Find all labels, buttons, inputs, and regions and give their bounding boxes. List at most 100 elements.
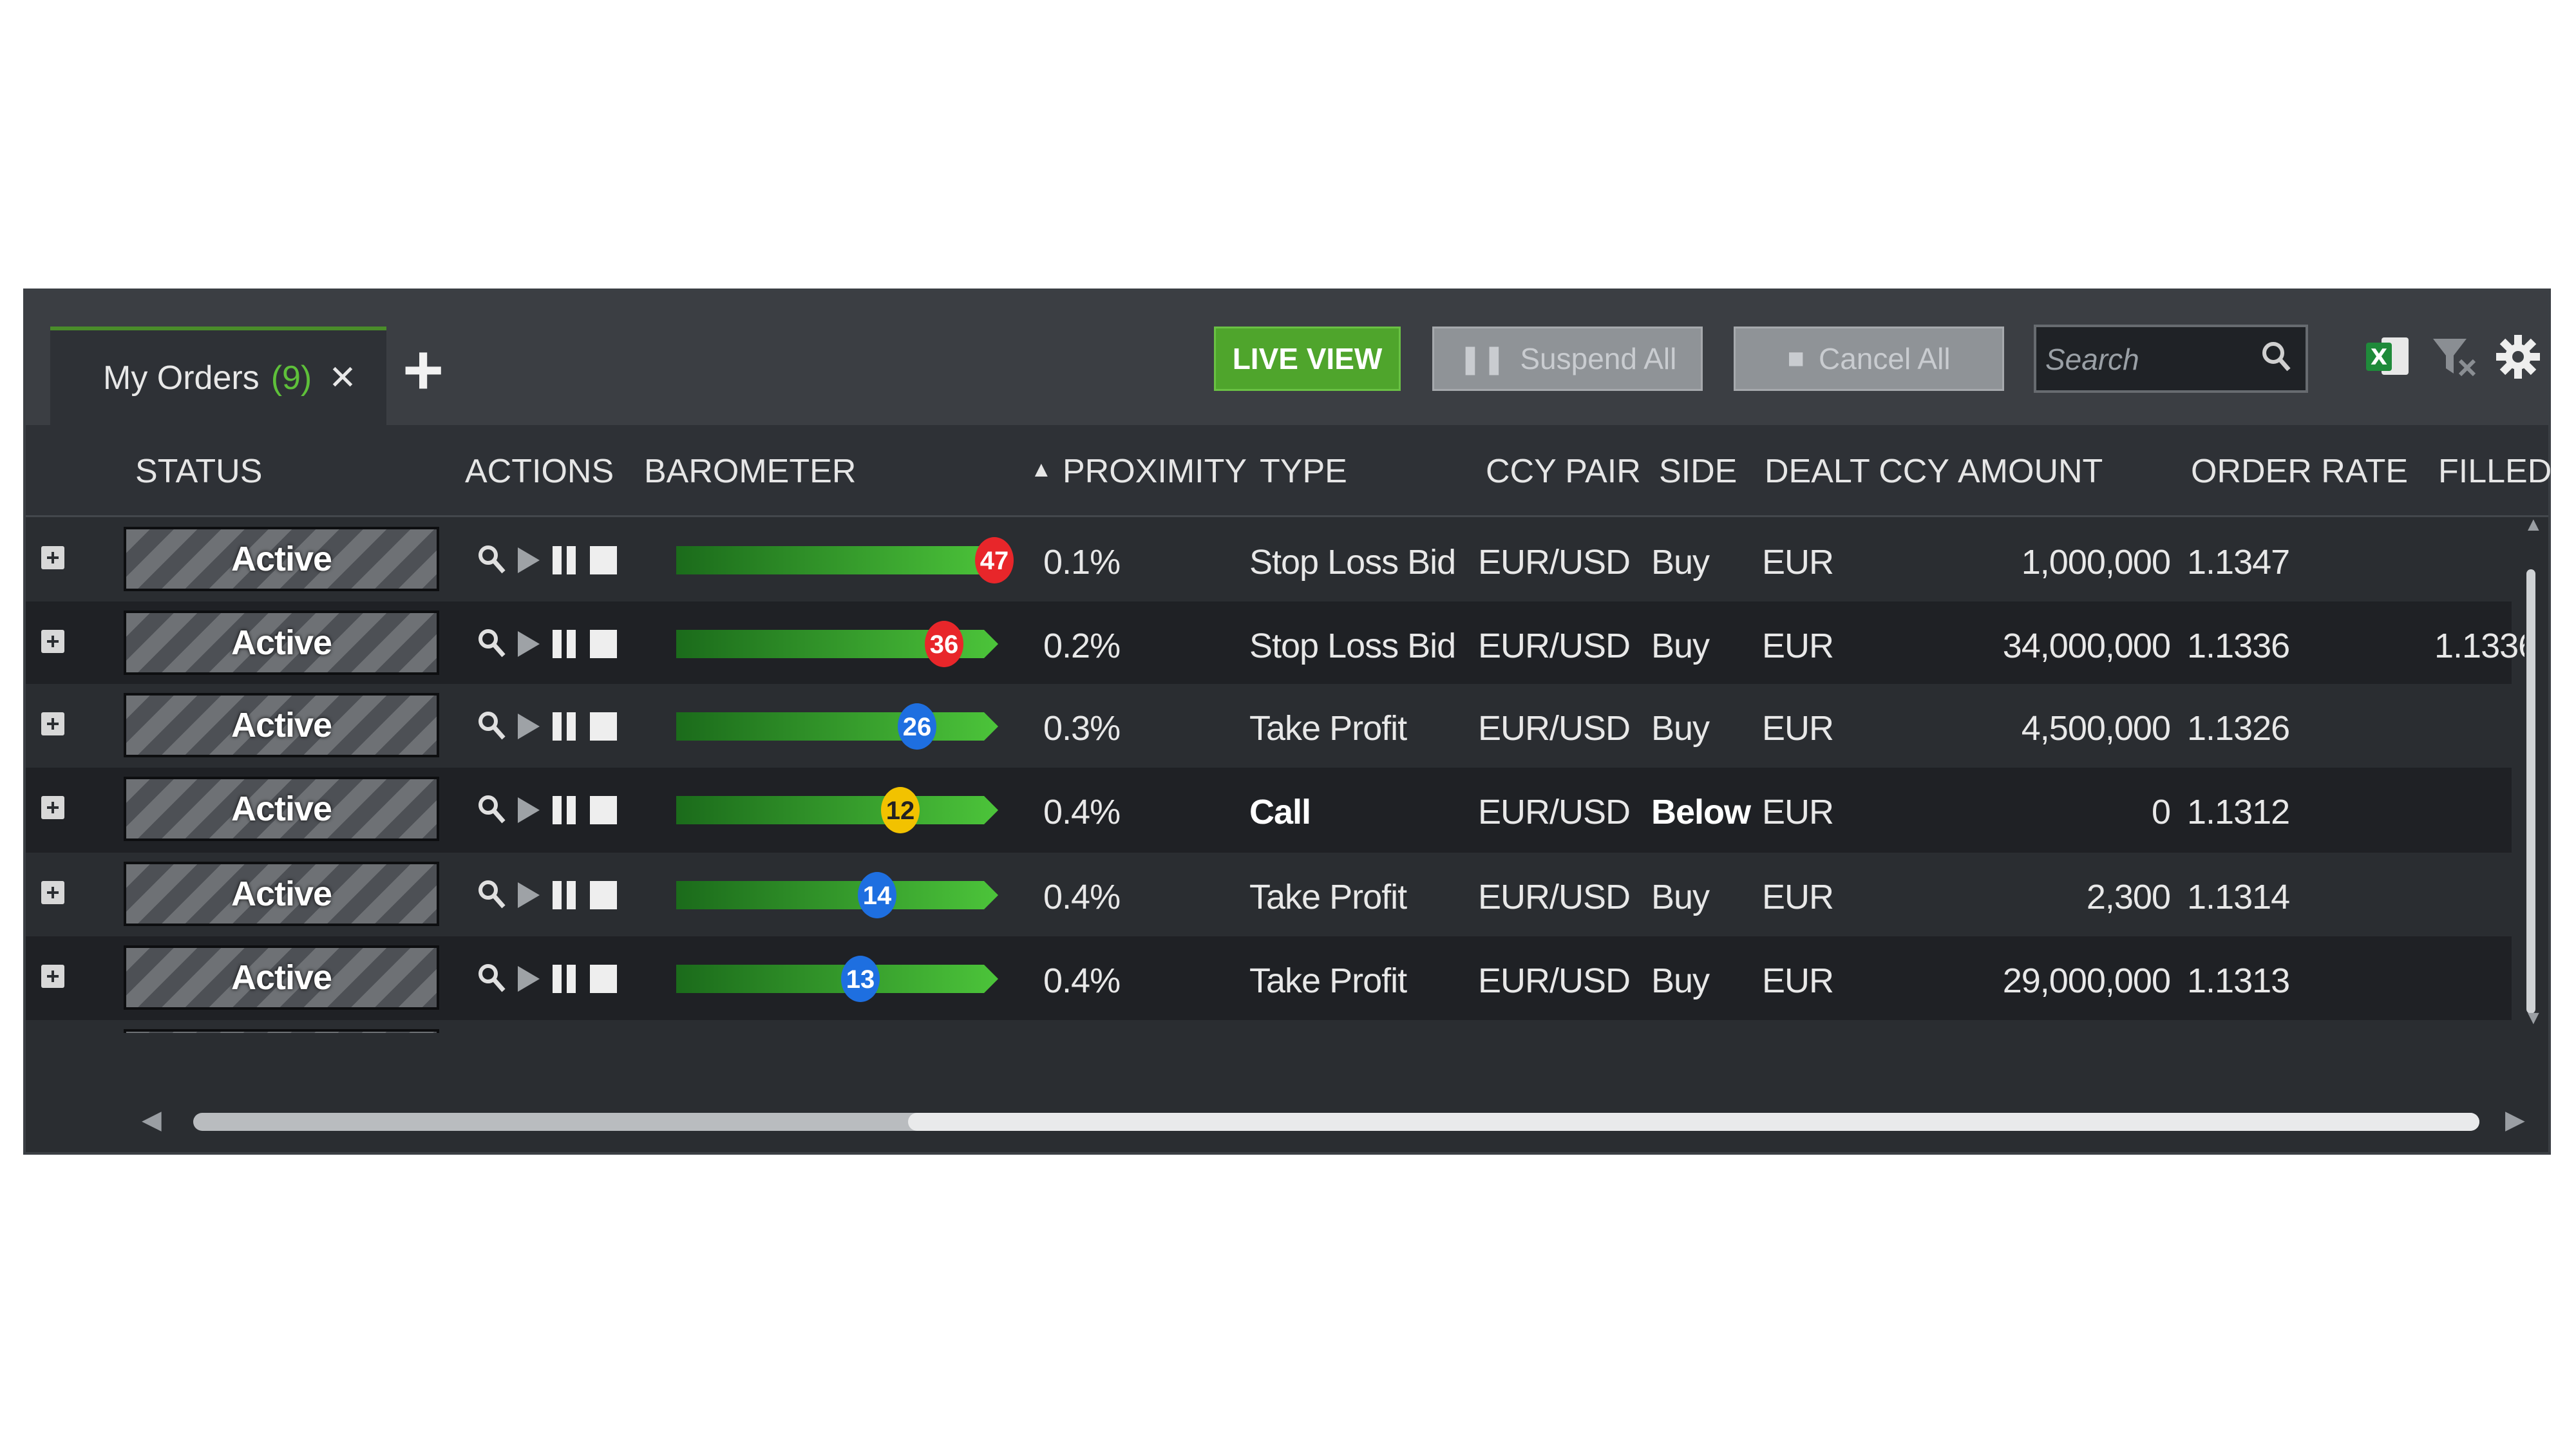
column-header-filled[interactable]: FILLED bbox=[2438, 452, 2552, 491]
expand-row-icon[interactable] bbox=[41, 546, 64, 569]
pause-icon[interactable] bbox=[549, 625, 581, 663]
status-badge[interactable]: Active bbox=[124, 1029, 439, 1033]
dealt-ccy-cell: EUR bbox=[1762, 627, 1834, 665]
status-badge[interactable]: Active bbox=[124, 693, 439, 757]
status-badge[interactable]: Active bbox=[124, 777, 439, 841]
expand-row-icon[interactable] bbox=[41, 881, 64, 904]
column-header-order-rate[interactable]: ORDER RATE bbox=[2191, 452, 2408, 491]
filled-cell: 1.1336 bbox=[2434, 627, 2524, 665]
expand-row-icon[interactable] bbox=[41, 630, 64, 653]
column-header-barometer[interactable]: BAROMETER bbox=[644, 452, 856, 491]
ccy-pair-cell: EUR/USD bbox=[1478, 543, 1631, 582]
gear-icon[interactable] bbox=[2492, 331, 2544, 383]
column-header-proximity[interactable]: PROXIMITY bbox=[1063, 452, 1247, 491]
status-badge[interactable]: Active bbox=[124, 862, 439, 926]
live-view-button[interactable]: LIVE VIEW bbox=[1214, 327, 1401, 391]
pause-icon[interactable] bbox=[549, 960, 581, 998]
stop-icon[interactable] bbox=[587, 960, 620, 998]
status-badge[interactable]: Active bbox=[124, 945, 439, 1010]
sort-ascending-icon[interactable]: ▲ bbox=[1030, 457, 1052, 482]
view-details-icon[interactable] bbox=[475, 791, 507, 829]
pause-icon[interactable] bbox=[549, 876, 581, 914]
view-details-icon[interactable] bbox=[475, 625, 507, 663]
amount-cell: 1,000,000 bbox=[2021, 543, 2171, 582]
tab-my-orders[interactable]: My Orders (9) ✕ bbox=[50, 327, 386, 425]
proximity-cell: 0.4% bbox=[1043, 961, 1121, 1000]
side-cell: Buy bbox=[1651, 878, 1710, 916]
status-badge[interactable]: Active bbox=[124, 527, 439, 591]
table-row[interactable]: Active 36 0.2% Stop Loss Bid EUR/USD Buy EUR 34… bbox=[26, 601, 2524, 687]
stop-icon[interactable] bbox=[587, 625, 620, 663]
stop-icon[interactable] bbox=[587, 541, 620, 580]
table-row[interactable]: Active 47 0.1% Stop Loss Bid EUR/USD Buy EUR 1,… bbox=[26, 518, 2512, 603]
scroll-right-arrow-icon[interactable]: ▶ bbox=[2505, 1105, 2525, 1135]
table-row[interactable]: Active 13 0.4% Take Profit EUR/USD Buy EUR 29,0… bbox=[26, 936, 2512, 1021]
resume-icon[interactable] bbox=[513, 625, 545, 663]
dealt-ccy-cell: EUR bbox=[1762, 543, 1834, 582]
pause-icon[interactable] bbox=[549, 791, 581, 829]
scroll-left-arrow-icon[interactable]: ◀ bbox=[142, 1105, 162, 1135]
table-row[interactable]: Active 14 0.4% Take Profit EUR/USD Buy EUR 2,30… bbox=[26, 853, 2512, 938]
table-row[interactable]: Active 26 0.3% Take Profit EUR/USD Buy EUR 4,50… bbox=[26, 684, 2512, 769]
close-icon[interactable]: ✕ bbox=[328, 359, 357, 397]
pause-icon[interactable] bbox=[549, 707, 581, 746]
resume-icon[interactable] bbox=[513, 876, 545, 914]
order-rate-cell: 1.1336 bbox=[2187, 627, 2290, 665]
add-tab-button[interactable]: + bbox=[402, 335, 444, 406]
side-cell: Below bbox=[1651, 793, 1751, 831]
column-header-ccy-pair[interactable]: CCY PAIR bbox=[1486, 452, 1641, 491]
vertical-scroll-thumb[interactable] bbox=[2526, 569, 2535, 1014]
column-header-status[interactable]: STATUS bbox=[135, 452, 262, 491]
horizontal-scrollbar[interactable]: ◀ ▶ bbox=[122, 1104, 2570, 1136]
stop-icon[interactable] bbox=[587, 707, 620, 746]
barometer-value-badge: 36 bbox=[925, 621, 963, 667]
stop-icon[interactable] bbox=[587, 791, 620, 829]
toolbar: My Orders (9) ✕ + LIVE VIEW ❚❚ Suspend A… bbox=[26, 291, 2548, 425]
search-input[interactable] bbox=[2044, 335, 2259, 384]
view-details-icon[interactable] bbox=[475, 707, 507, 746]
type-cell: Take Profit bbox=[1249, 878, 1407, 916]
resume-icon[interactable] bbox=[513, 791, 545, 829]
cancel-all-button[interactable]: ■ Cancel All bbox=[1734, 327, 2004, 391]
column-header-type[interactable]: TYPE bbox=[1260, 452, 1347, 491]
excel-export-icon[interactable]: X bbox=[2362, 331, 2414, 383]
type-cell: Stop Loss Bid bbox=[1249, 543, 1456, 582]
barometer-bar bbox=[676, 796, 998, 824]
vertical-scrollbar[interactable]: ▲ ▼ bbox=[2524, 514, 2543, 1028]
view-details-icon[interactable] bbox=[475, 541, 507, 580]
type-cell: Stop Loss Bid bbox=[1249, 627, 1456, 665]
view-details-icon[interactable] bbox=[475, 876, 507, 914]
suspend-all-button[interactable]: ❚❚ Suspend All bbox=[1432, 327, 1703, 391]
side-cell: Buy bbox=[1651, 627, 1710, 665]
status-badge[interactable]: Active bbox=[124, 611, 439, 675]
column-header-side[interactable]: SIDE bbox=[1659, 452, 1737, 491]
ccy-pair-cell: EUR/USD bbox=[1478, 793, 1631, 831]
expand-row-icon[interactable] bbox=[41, 712, 64, 735]
svg-text:X: X bbox=[2371, 345, 2387, 370]
horizontal-scroll-thumb[interactable] bbox=[908, 1113, 2479, 1131]
expand-row-icon[interactable] bbox=[41, 965, 64, 988]
tab-count-badge: (9) bbox=[270, 359, 312, 397]
resume-icon[interactable] bbox=[513, 541, 545, 580]
resume-icon[interactable] bbox=[513, 707, 545, 746]
scroll-down-arrow-icon[interactable]: ▼ bbox=[2524, 1007, 2543, 1029]
pause-icon[interactable] bbox=[549, 541, 581, 580]
column-header-actions[interactable]: ACTIONS bbox=[465, 452, 614, 491]
table-row[interactable]: Active100.4%Take ProfitEUR/USDBuyEUR60,0… bbox=[26, 1020, 2512, 1033]
resume-icon[interactable] bbox=[513, 960, 545, 998]
dealt-ccy-cell: EUR bbox=[1762, 709, 1834, 748]
table-row[interactable]: Active 12 0.4% Call EUR/USD Below EUR 0 1.1312 bbox=[26, 768, 2512, 853]
column-header-amount[interactable]: AMOUNT bbox=[1958, 452, 2103, 491]
barometer-value: 26 bbox=[903, 713, 932, 741]
column-header-dealt-ccy[interactable]: DEALT CCY bbox=[1765, 452, 1949, 491]
barometer-value-badge: 47 bbox=[975, 537, 1014, 583]
clear-filter-icon[interactable] bbox=[2428, 331, 2479, 383]
scroll-up-arrow-icon[interactable]: ▲ bbox=[2524, 514, 2543, 536]
expand-row-icon[interactable] bbox=[41, 796, 64, 819]
proximity-cell: 0.4% bbox=[1043, 878, 1121, 916]
view-details-icon[interactable] bbox=[475, 960, 507, 998]
stop-icon[interactable] bbox=[587, 876, 620, 914]
barometer-value: 13 bbox=[846, 965, 875, 994]
stop-icon: ■ bbox=[1787, 343, 1804, 374]
search-icon[interactable] bbox=[2255, 336, 2294, 381]
